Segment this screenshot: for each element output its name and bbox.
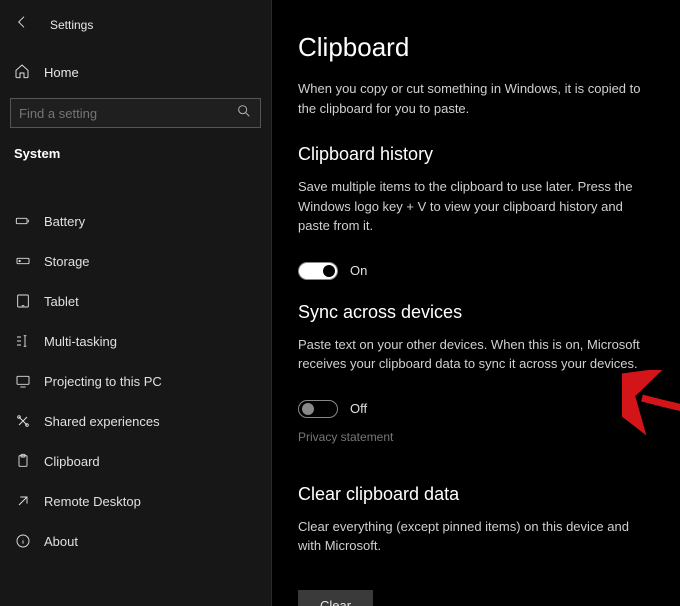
history-toggle-label: On xyxy=(350,263,367,278)
clear-desc: Clear everything (except pinned items) o… xyxy=(298,517,654,556)
history-toggle[interactable] xyxy=(298,262,338,280)
history-toggle-row: On xyxy=(298,262,654,280)
sync-toggle-label: Off xyxy=(350,401,367,416)
sidebar-item-battery[interactable]: Battery xyxy=(0,201,271,241)
multitasking-icon xyxy=(14,333,32,349)
history-desc: Save multiple items to the clipboard to … xyxy=(298,177,654,236)
sidebar: Settings Home System Battery Storage Tab… xyxy=(0,0,272,606)
shared-icon xyxy=(14,413,32,429)
sync-toggle[interactable] xyxy=(298,400,338,418)
sidebar-item-label: Clipboard xyxy=(44,454,100,469)
search-icon xyxy=(236,103,252,124)
remote-icon xyxy=(14,493,32,509)
sidebar-item-label: Battery xyxy=(44,214,85,229)
sidebar-item-label: Shared experiences xyxy=(44,414,160,429)
section-label: System xyxy=(0,138,271,175)
storage-icon xyxy=(14,253,32,269)
sidebar-item-tablet[interactable]: Tablet xyxy=(0,281,271,321)
sidebar-item-label: Storage xyxy=(44,254,90,269)
main-content: Clipboard When you copy or cut something… xyxy=(272,0,680,606)
back-icon[interactable] xyxy=(14,14,30,35)
sidebar-item-shared[interactable]: Shared experiences xyxy=(0,401,271,441)
search-input[interactable] xyxy=(19,106,236,121)
page-title: Clipboard xyxy=(298,32,654,63)
clear-heading: Clear clipboard data xyxy=(298,484,654,505)
projecting-icon xyxy=(14,373,32,389)
sidebar-item-about[interactable]: About xyxy=(0,521,271,561)
sync-desc: Paste text on your other devices. When t… xyxy=(298,335,654,374)
sidebar-item-label: About xyxy=(44,534,78,549)
nav-list: Battery Storage Tablet Multi-tasking Pro… xyxy=(0,175,271,561)
search-wrap xyxy=(0,92,271,138)
page-intro: When you copy or cut something in Window… xyxy=(298,79,654,118)
sidebar-item-remote[interactable]: Remote Desktop xyxy=(0,481,271,521)
clipboard-icon xyxy=(14,453,32,469)
sidebar-item-multitasking[interactable]: Multi-tasking xyxy=(0,321,271,361)
sidebar-item-projecting[interactable]: Projecting to this PC xyxy=(0,361,271,401)
sync-toggle-row: Off xyxy=(298,400,654,418)
home-icon xyxy=(14,63,34,82)
home-button[interactable]: Home xyxy=(0,53,271,92)
tablet-icon xyxy=(14,293,32,309)
sidebar-item-label: Multi-tasking xyxy=(44,334,117,349)
sync-heading: Sync across devices xyxy=(298,302,654,323)
battery-icon xyxy=(14,213,32,229)
sidebar-item-storage[interactable]: Storage xyxy=(0,241,271,281)
privacy-link[interactable]: Privacy statement xyxy=(298,430,393,444)
sidebar-item-label: Remote Desktop xyxy=(44,494,141,509)
sidebar-item-clipboard[interactable]: Clipboard xyxy=(0,441,271,481)
search-box[interactable] xyxy=(10,98,261,128)
clear-button[interactable]: Clear xyxy=(298,590,373,606)
home-label: Home xyxy=(44,65,79,80)
sidebar-item-label: Tablet xyxy=(44,294,79,309)
history-heading: Clipboard history xyxy=(298,144,654,165)
about-icon xyxy=(14,533,32,549)
sidebar-header: Settings xyxy=(0,12,271,53)
app-title: Settings xyxy=(50,18,93,32)
sidebar-item-label: Projecting to this PC xyxy=(44,374,162,389)
